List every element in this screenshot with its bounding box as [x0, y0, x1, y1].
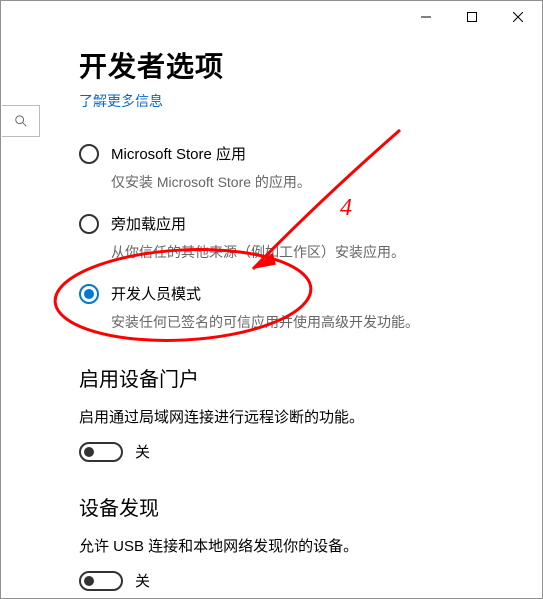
close-button[interactable] — [495, 2, 541, 32]
maximize-button[interactable] — [449, 2, 495, 32]
section-desc: 启用通过局域网连接进行远程诊断的功能。 — [79, 406, 532, 427]
radio-option-developer[interactable]: 开发人员模式 — [79, 283, 532, 304]
toggle-row-device-discovery: 关 — [79, 570, 532, 591]
toggle-device-portal[interactable] — [79, 442, 123, 462]
section-title-device-discovery: 设备发现 — [79, 492, 532, 521]
learn-more-link[interactable]: 了解更多信息 — [79, 91, 163, 111]
radio-desc: 从你信任的其他来源（例如工作区）安装应用。 — [111, 242, 532, 263]
radio-desc: 安装任何已签名的可信应用并使用高级开发功能。 — [111, 312, 532, 333]
radio-desc: 仅安装 Microsoft Store 的应用。 — [111, 172, 532, 193]
radio-label: Microsoft Store 应用 — [111, 143, 246, 164]
search-icon — [14, 114, 28, 128]
search-box-fragment[interactable] — [2, 105, 40, 137]
radio-label: 开发人员模式 — [111, 283, 201, 304]
toggle-label: 关 — [135, 570, 150, 591]
content-area: 开发者选项 了解更多信息 Microsoft Store 应用 仅安装 Micr… — [79, 45, 532, 597]
section-desc: 允许 USB 连接和本地网络发现你的设备。 — [79, 535, 532, 556]
titlebar — [403, 2, 541, 32]
radio-option-sideload[interactable]: 旁加载应用 — [79, 213, 532, 234]
toggle-label: 关 — [135, 441, 150, 462]
radio-icon — [79, 214, 99, 234]
section-title-device-portal: 启用设备门户 — [79, 363, 532, 392]
window-frame: 开发者选项 了解更多信息 Microsoft Store 应用 仅安装 Micr… — [0, 0, 543, 599]
radio-icon — [79, 144, 99, 164]
toggle-device-discovery[interactable] — [79, 571, 123, 591]
toggle-row-device-portal: 关 — [79, 441, 532, 462]
page-title: 开发者选项 — [79, 45, 532, 85]
minimize-button[interactable] — [403, 2, 449, 32]
radio-option-store[interactable]: Microsoft Store 应用 — [79, 143, 532, 164]
radio-icon-selected — [79, 284, 99, 304]
radio-label: 旁加载应用 — [111, 213, 186, 234]
